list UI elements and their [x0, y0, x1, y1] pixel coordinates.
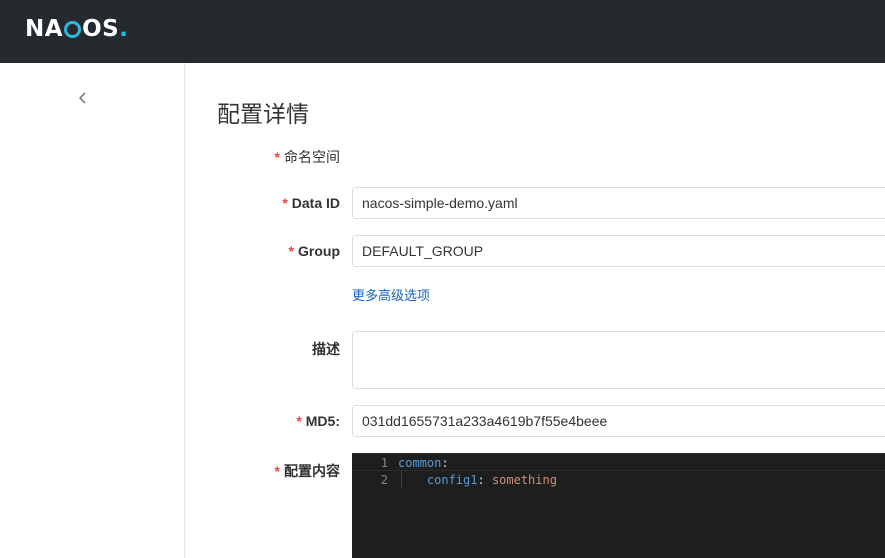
data-id-label: * Data ID: [282, 195, 340, 211]
line-code: common:: [398, 454, 449, 472]
group-input[interactable]: DEFAULT_GROUP: [352, 235, 885, 267]
nacos-logo[interactable]: NA OS.: [25, 15, 128, 43]
line-code: config1: something: [398, 471, 557, 489]
data-id-label-text: Data ID: [291, 195, 340, 211]
required-mark: *: [274, 149, 280, 165]
collapse-sidebar-button[interactable]: [78, 91, 92, 109]
top-navbar: NA OS.: [0, 0, 885, 63]
logo-ring-icon: [64, 20, 82, 38]
md5-label-text: MD5:: [305, 413, 340, 429]
sidebar: [0, 63, 185, 558]
content-label: * 配置内容: [275, 461, 340, 481]
line-number: 2: [380, 473, 388, 487]
data-id-input[interactable]: nacos-simple-demo.yaml: [352, 187, 885, 219]
description-textarea[interactable]: [352, 331, 885, 389]
logo-dot: .: [119, 16, 129, 42]
yaml-colon: :: [441, 456, 449, 470]
config-content-editor[interactable]: 1 common: 2 config1: something: [352, 453, 885, 558]
required-mark: *: [274, 463, 280, 479]
required-mark: *: [296, 413, 302, 429]
yaml-colon: :: [477, 473, 492, 487]
yaml-key: common: [398, 456, 442, 470]
group-label: * Group: [289, 243, 340, 259]
required-mark: *: [282, 195, 288, 211]
group-label-text: Group: [298, 243, 340, 259]
logo-text-right: OS: [82, 16, 120, 42]
required-mark: *: [288, 243, 294, 259]
chevron-left-icon: [79, 92, 86, 104]
md5-label: * MD5:: [296, 413, 340, 429]
editor-line[interactable]: 2 config1: something: [352, 471, 885, 489]
logo-text-left: NA: [25, 16, 64, 42]
description-label: 描述: [312, 341, 340, 357]
line-number: 1: [380, 456, 388, 470]
content-label-text: 配置内容: [284, 463, 340, 479]
editor-line[interactable]: 1 common:: [352, 453, 885, 471]
page-title: 配置详情: [217, 101, 309, 127]
namespace-label: * 命名空间: [275, 147, 340, 167]
md5-input[interactable]: 031dd1655731a233a4619b7f55e4beee: [352, 405, 885, 437]
yaml-value: something: [491, 473, 557, 487]
yaml-indent: [398, 473, 427, 487]
namespace-label-text: 命名空间: [284, 149, 340, 165]
yaml-key: config1: [426, 473, 478, 487]
advanced-options-link[interactable]: 更多高级选项: [352, 285, 430, 304]
